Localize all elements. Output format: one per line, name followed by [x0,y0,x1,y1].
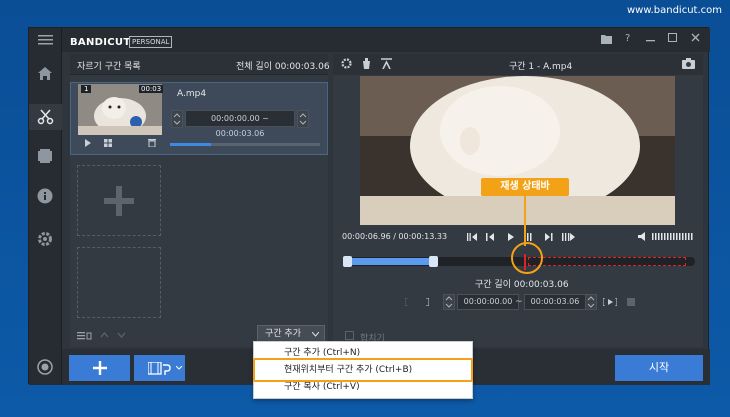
callout-circle [511,242,543,274]
selected-segment-bar [347,258,433,265]
range-separator: ~ [515,297,523,307]
trash-icon[interactable] [148,138,156,147]
play-icon[interactable] [84,139,92,147]
clip-index: 1 [81,85,92,93]
callout-arrow [524,196,526,246]
player-controls [467,233,575,241]
gear-icon[interactable] [37,231,53,247]
chevron-down-icon [176,366,182,370]
clip-start-stepper[interactable] [171,110,183,128]
edition-badge: PERSONAL [129,36,173,48]
list-delete-icon[interactable] [77,331,92,340]
help-icon[interactable]: ? [625,33,630,44]
chevron-down-icon [312,332,319,337]
clip-progress-track [170,143,320,146]
segment-length-label: 구간 길이 00:00:03.06 [475,280,569,290]
folder-icon[interactable] [601,34,612,44]
preview-title: 구간 1 - A.mp4 [509,62,573,72]
end-time-stepper[interactable] [585,294,597,310]
segment-list-title: 자르기 구간 목록 [77,62,141,72]
start-button[interactable]: 시작 [615,355,703,381]
start-time-field[interactable]: 00:00:00.00 [457,294,519,310]
stop-segment-icon[interactable] [627,298,635,306]
merge-checkbox[interactable] [345,331,354,340]
settings-small-icon[interactable] [341,58,352,69]
start-time-stepper[interactable] [443,294,455,310]
add-file-button[interactable] [69,355,130,381]
record-icon[interactable] [37,359,53,375]
remaining-region [528,257,686,266]
output-format-button[interactable] [134,355,185,381]
total-length-label: 전체 길이 00:00:03.06 [236,62,330,72]
clip-end-stepper[interactable] [297,110,309,128]
maximize-icon[interactable] [668,33,677,42]
film-format-icon [148,362,171,375]
home-icon[interactable] [37,66,53,81]
time-display: 00:00:06.96 / 00:00:13.33 [342,232,448,241]
end-time-field[interactable]: 00:00:03.06 [524,294,586,310]
scissors-icon[interactable] [37,109,54,125]
camera-icon[interactable] [682,58,695,69]
website-url: www.bandicut.com [626,5,722,16]
app-logo: BANDICUT [70,37,131,48]
add-segment-slot[interactable] [77,165,161,236]
bracket-start-icon[interactable] [405,298,429,306]
menu-icon[interactable] [38,34,53,46]
move-down-icon[interactable] [117,332,126,338]
clip-filename: A.mp4 [177,89,207,99]
info-icon[interactable] [37,188,53,204]
sidebar [29,28,62,385]
empty-segment-slot [77,247,161,318]
video-preview[interactable] [360,76,675,225]
minimize-icon[interactable] [646,36,655,42]
segment-start-handle[interactable] [343,256,352,267]
clip-duration: 00:03 [139,85,164,93]
app-window: BANDICUT PERSONAL ? 자르기 구간 목록 전체 길이 00:0… [28,27,710,385]
cut-marker-icon[interactable] [381,58,392,69]
volume-slider[interactable] [652,233,696,240]
move-up-icon[interactable] [100,332,109,338]
close-icon[interactable] [691,33,700,42]
bucket-icon[interactable] [361,58,372,69]
volume-icon[interactable] [638,232,649,241]
playback-statusbar-callout: 재생 상태바 [481,178,569,196]
clip-progress-fill [170,143,211,146]
segment-end-handle[interactable] [429,256,438,267]
play-segment-icon[interactable] [603,298,617,306]
clip-range-field[interactable]: 00:00:00.00 ~ 00:00:03.06 [185,110,295,138]
plus-icon [92,361,107,375]
film-strip-icon[interactable] [38,148,52,164]
grid-icon[interactable] [104,139,112,147]
menu-highlight-frame [253,358,473,382]
